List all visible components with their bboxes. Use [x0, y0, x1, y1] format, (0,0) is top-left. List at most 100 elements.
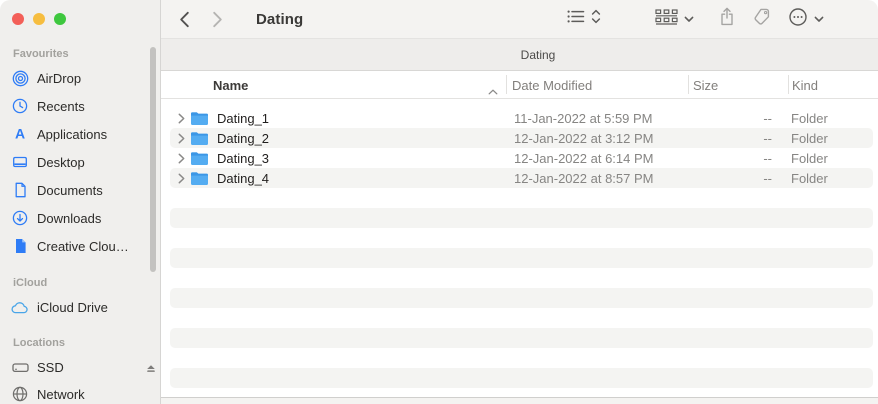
tag-button[interactable] — [754, 0, 773, 38]
sidebar-section-icloud: iCloud — [13, 277, 48, 289]
empty-row — [161, 368, 878, 388]
sidebar-item-label: iCloud Drive — [37, 299, 108, 315]
zoom-button[interactable] — [54, 13, 66, 25]
tag-icon — [754, 7, 773, 31]
file-kind: Folder — [791, 110, 828, 126]
file-list: Dating_1 11-Jan-2022 at 5:59 PM -- Folde… — [161, 99, 878, 397]
column-header-date-modified[interactable]: Date Modified — [512, 71, 592, 99]
eject-icon[interactable] — [145, 361, 157, 379]
sidebar-item-label: Recents — [37, 98, 85, 114]
share-button[interactable] — [719, 0, 735, 38]
group-by-icon — [655, 8, 678, 30]
toolbar: Dating — [161, 0, 878, 38]
disclosure-chevron-icon[interactable] — [178, 148, 185, 168]
file-size: -- — [763, 170, 772, 186]
sidebar-item-downloads[interactable]: Downloads — [9, 206, 151, 230]
empty-row — [161, 268, 878, 288]
close-button[interactable] — [12, 13, 24, 25]
creative-cloud-icon — [9, 238, 31, 254]
tab-bar[interactable]: Dating — [161, 38, 878, 71]
sidebar-item-label: Desktop — [37, 154, 85, 170]
chevron-down-icon — [684, 10, 694, 28]
file-row-dating-1[interactable]: Dating_1 11-Jan-2022 at 5:59 PM -- Folde… — [161, 108, 878, 128]
chevron-down-icon — [814, 10, 824, 28]
sidebar-section-favourites: Favourites — [13, 48, 69, 60]
folder-icon — [190, 128, 209, 148]
applications-icon: A — [9, 126, 31, 142]
globe-icon — [9, 386, 31, 402]
column-header-size[interactable]: Size — [693, 71, 718, 99]
column-resize-handle[interactable] — [506, 75, 507, 94]
sidebar-item-creative-cloud[interactable]: Creative Clou… — [9, 234, 151, 258]
column-header-row: Name Date Modified Size Kind — [161, 71, 878, 99]
sidebar-item-documents[interactable]: Documents — [9, 178, 151, 202]
document-icon — [9, 182, 31, 198]
sidebar-item-label: Downloads — [37, 210, 102, 226]
column-header-kind[interactable]: Kind — [792, 71, 818, 99]
sidebar-section-locations: Locations — [13, 337, 65, 349]
column-header-name[interactable]: Name — [213, 71, 248, 99]
airdrop-icon — [9, 70, 31, 87]
view-picker-chevrons-icon — [591, 9, 601, 29]
toolbar-title: Dating — [256, 0, 303, 38]
sidebar-item-airdrop[interactable]: AirDrop — [9, 66, 151, 90]
file-size: -- — [763, 130, 772, 146]
sidebar-item-desktop[interactable]: Desktop — [9, 150, 151, 174]
folder-icon — [190, 108, 209, 128]
file-name: Dating_4 — [217, 170, 270, 186]
file-row-dating-4[interactable]: Dating_4 12-Jan-2022 at 8:57 PM -- Folde… — [161, 168, 878, 188]
tab-title: Dating — [520, 47, 556, 62]
cloud-icon — [9, 301, 31, 314]
file-name: Dating_1 — [217, 110, 270, 126]
file-kind: Folder — [791, 130, 828, 146]
sidebar-item-label: AirDrop — [37, 70, 82, 86]
file-kind: Folder — [791, 150, 828, 166]
forward-button[interactable] — [212, 0, 223, 38]
empty-row — [161, 328, 878, 348]
view-options-control[interactable] — [567, 0, 601, 38]
list-view-icon — [567, 9, 585, 29]
desktop-icon — [9, 154, 31, 170]
back-chevron-icon — [180, 11, 189, 27]
file-name: Dating_3 — [217, 150, 270, 166]
file-size: -- — [763, 150, 772, 166]
file-date-modified: 11-Jan-2022 at 5:59 PM — [514, 110, 653, 126]
clock-icon — [9, 98, 31, 114]
sidebar-item-recents[interactable]: Recents — [9, 94, 151, 118]
disclosure-chevron-icon[interactable] — [178, 108, 185, 128]
file-kind: Folder — [791, 170, 828, 186]
sidebar-scrollbar[interactable] — [150, 47, 156, 272]
empty-row — [161, 188, 878, 208]
sort-ascending-icon — [488, 82, 498, 100]
forward-chevron-icon — [213, 11, 222, 27]
sidebar-item-label: Network — [37, 386, 85, 402]
back-button[interactable] — [179, 0, 190, 38]
column-resize-handle[interactable] — [788, 75, 789, 94]
window-title: Dating — [256, 10, 304, 28]
share-icon — [719, 7, 735, 31]
sidebar-item-applications[interactable]: A Applications — [9, 122, 151, 146]
sidebar-item-network[interactable]: Network — [9, 382, 151, 404]
empty-row — [161, 308, 878, 328]
minimize-button[interactable] — [33, 13, 45, 25]
file-row-dating-2[interactable]: Dating_2 12-Jan-2022 at 3:12 PM -- Folde… — [161, 128, 878, 148]
disclosure-chevron-icon[interactable] — [178, 168, 185, 188]
empty-row — [161, 348, 878, 368]
sidebar-item-label: Creative Clou… — [37, 238, 129, 254]
download-icon — [9, 210, 31, 226]
folder-icon — [190, 168, 209, 188]
sidebar-item-ssd[interactable]: SSD — [9, 355, 155, 379]
finder-window: Favourites AirDrop Recents A Application… — [0, 0, 878, 404]
group-by-control[interactable] — [655, 0, 694, 38]
more-options-control[interactable] — [788, 0, 824, 38]
folder-icon — [190, 148, 209, 168]
column-resize-handle[interactable] — [688, 75, 689, 94]
disclosure-chevron-icon[interactable] — [178, 128, 185, 148]
drive-icon — [9, 361, 31, 374]
svg-text:A: A — [15, 126, 25, 142]
empty-row — [161, 208, 878, 228]
sidebar-item-label: Documents — [37, 182, 103, 198]
empty-row — [161, 228, 878, 248]
file-row-dating-3[interactable]: Dating_3 12-Jan-2022 at 6:14 PM -- Folde… — [161, 148, 878, 168]
sidebar-item-icloud-drive[interactable]: iCloud Drive — [9, 295, 151, 319]
